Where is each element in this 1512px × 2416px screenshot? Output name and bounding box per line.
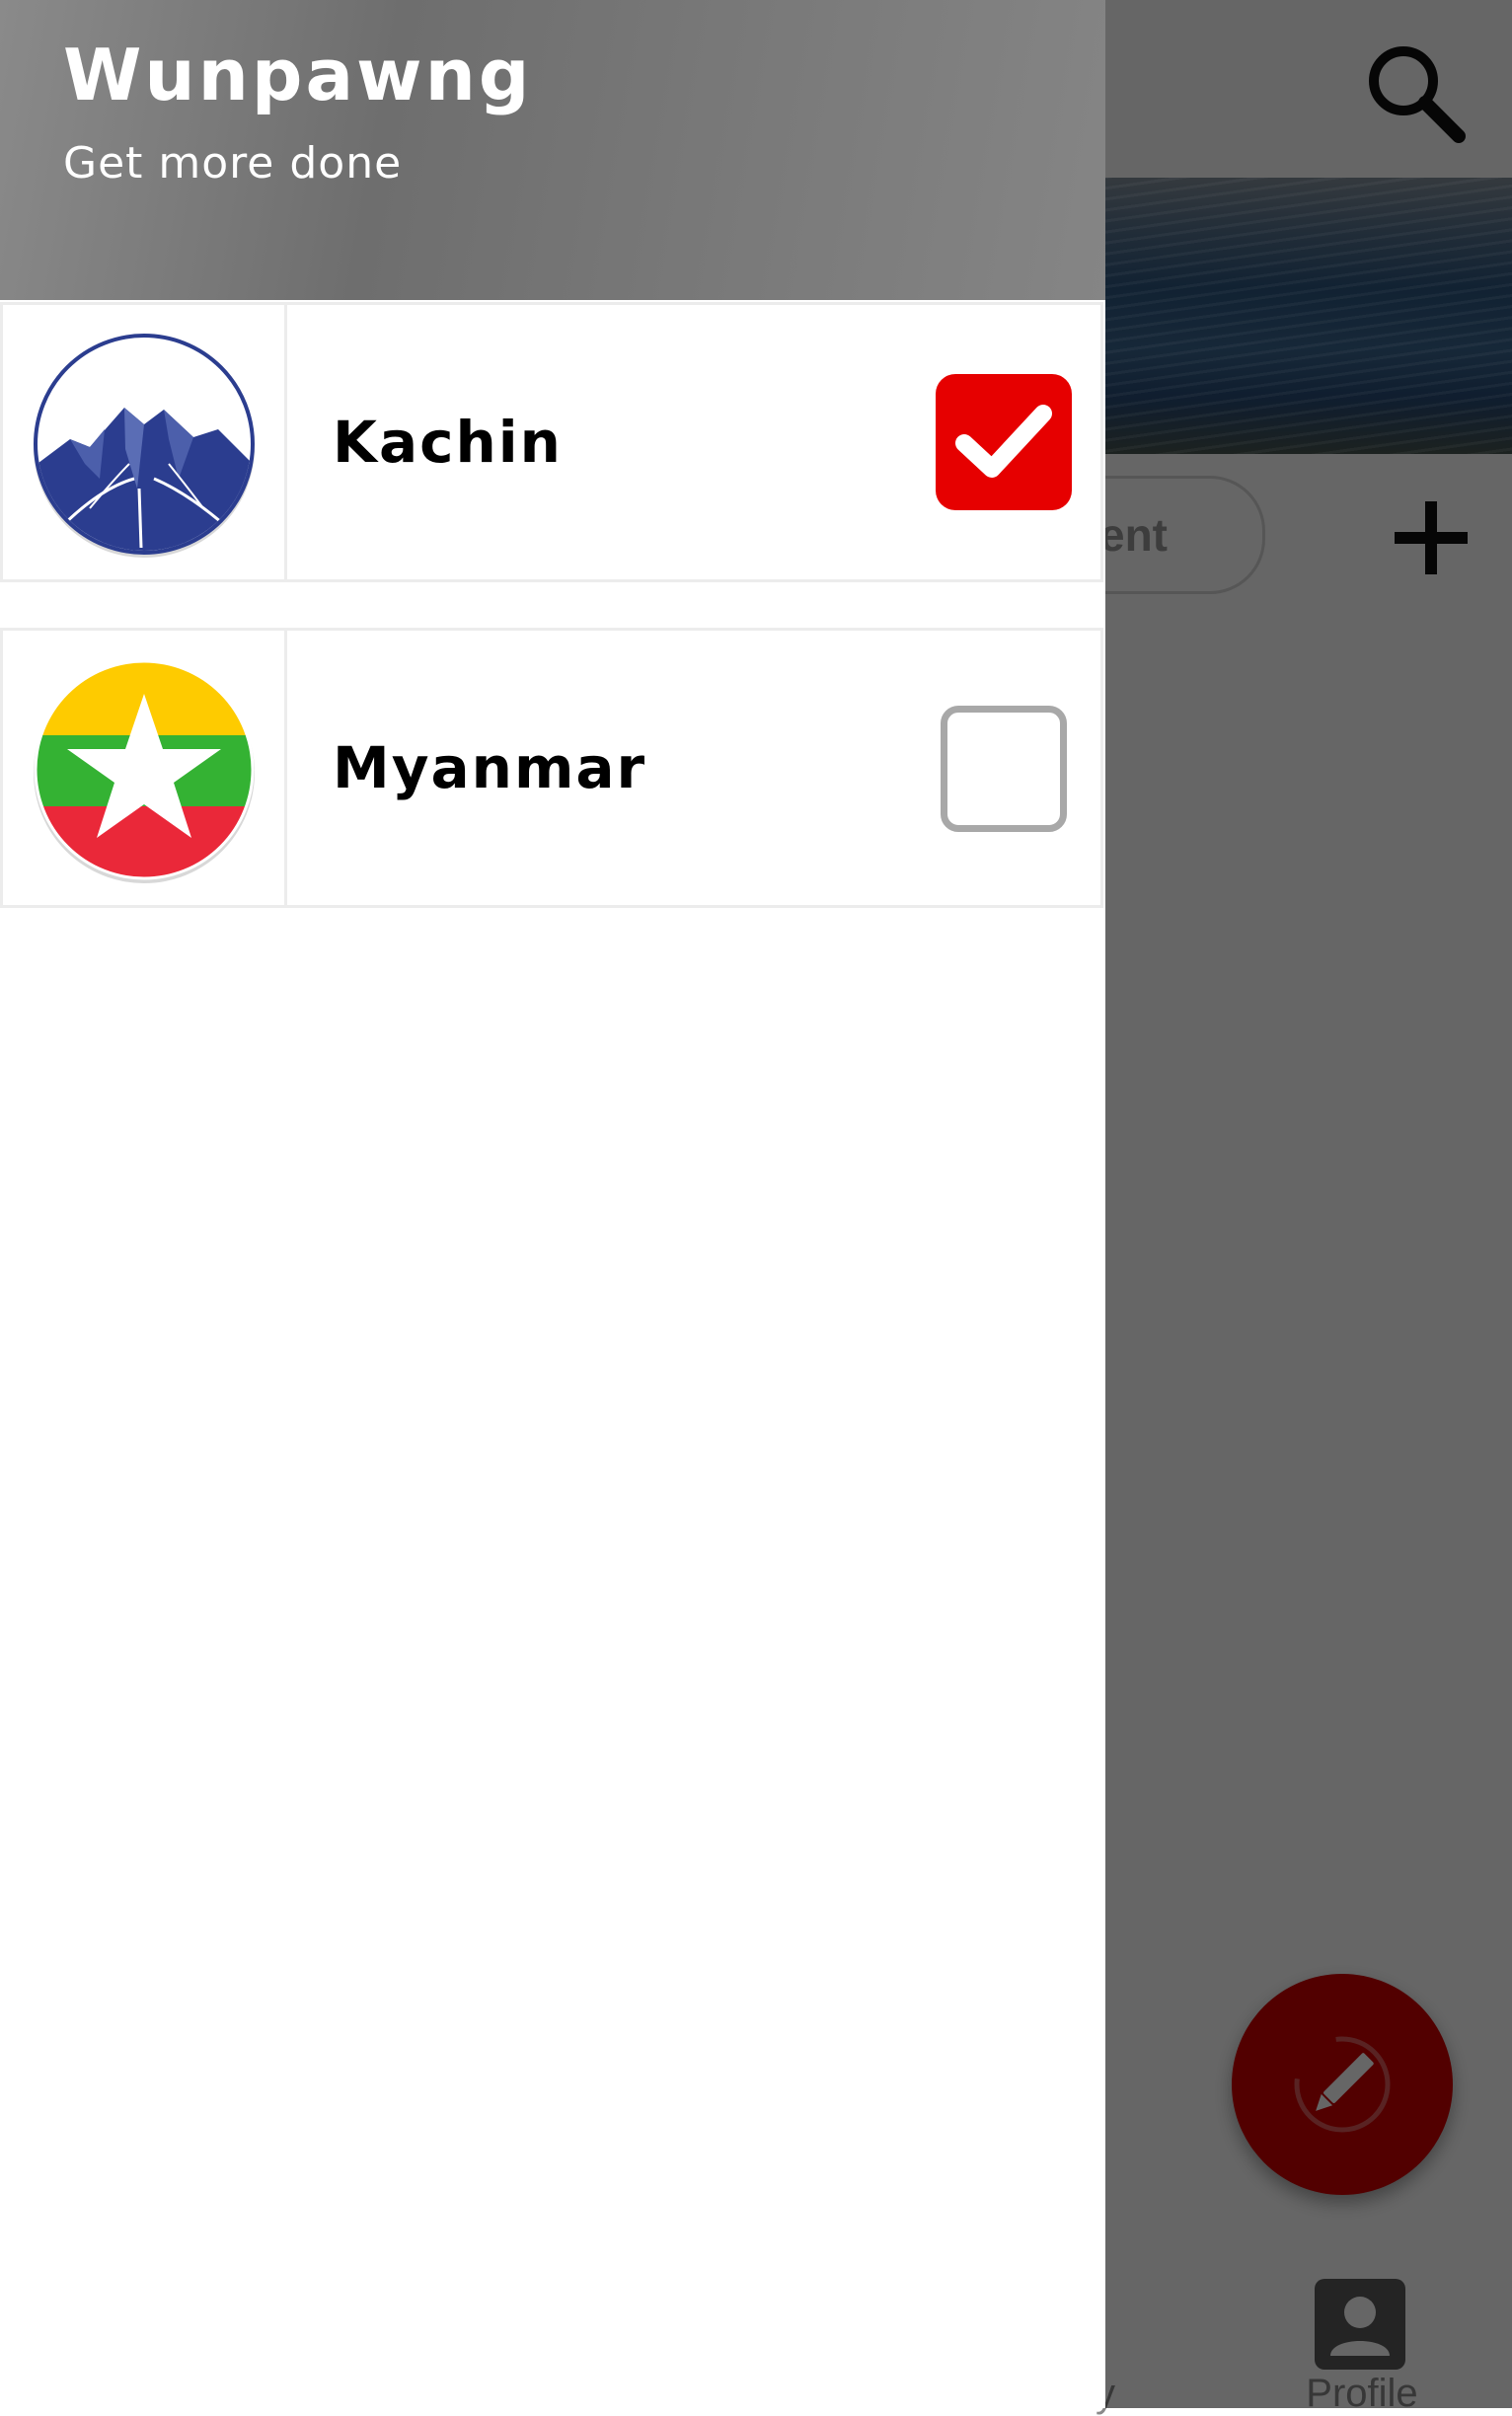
region-checkbox-unchecked[interactable] bbox=[941, 706, 1067, 832]
navigation-drawer: Wunpawng Get more done Kachin Myanmar bbox=[0, 0, 1105, 2408]
region-logo-cell bbox=[3, 305, 287, 579]
region-item-kachin[interactable]: Kachin bbox=[0, 302, 1103, 582]
kachin-mountain-logo bbox=[34, 334, 255, 558]
drawer-header: Wunpawng Get more done bbox=[0, 0, 1105, 300]
app-title: Wunpawng bbox=[63, 34, 533, 116]
region-item-myanmar[interactable]: Myanmar bbox=[0, 628, 1103, 908]
region-checkbox-checked[interactable] bbox=[936, 374, 1072, 510]
region-name: Myanmar bbox=[333, 734, 647, 801]
app-subtitle: Get more done bbox=[63, 138, 403, 189]
region-name: Kachin bbox=[333, 409, 563, 476]
checkmark-icon bbox=[955, 405, 1052, 478]
myanmar-flag-logo bbox=[34, 659, 255, 883]
region-logo-cell bbox=[3, 631, 287, 905]
